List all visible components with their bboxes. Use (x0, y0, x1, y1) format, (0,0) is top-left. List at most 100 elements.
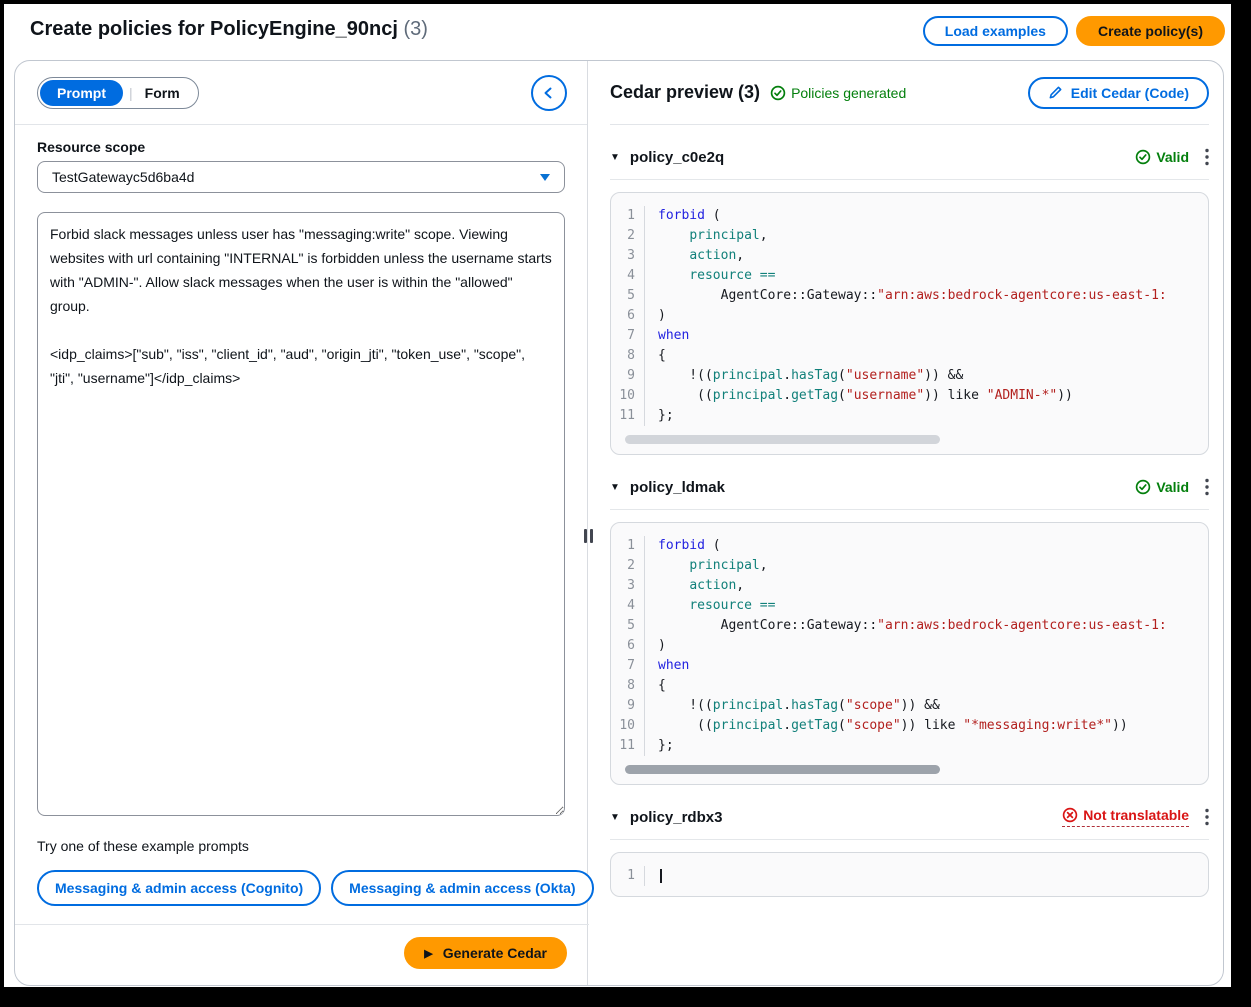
line-number: 5 (611, 286, 645, 306)
scrollbar-thumb[interactable] (625, 765, 940, 774)
cedar-preview-panel: Cedar preview (3) Policies generated Edi… (588, 61, 1223, 985)
check-circle-icon (1135, 479, 1151, 495)
triangle-down-icon[interactable]: ▼ (610, 482, 620, 493)
policy-header-policy_ldmak: ▼ policy_ldmak Valid (610, 472, 1209, 502)
line-number: 1 (611, 866, 645, 886)
resource-scope-select[interactable]: TestGatewayc5d6ba4d (37, 161, 565, 193)
generate-cedar-label: Generate Cedar (443, 945, 547, 961)
policy-list: ▼policy_c0e2qValid1forbid (2 principal,3… (610, 142, 1209, 897)
policy-status-label: Valid (1156, 149, 1189, 165)
horizontal-scrollbar (623, 435, 1196, 444)
policy-name: policy_c0e2q (630, 149, 724, 166)
load-examples-button[interactable]: Load examples (923, 16, 1068, 46)
chevron-left-icon (541, 85, 557, 101)
cedar-preview-title: Cedar preview (3) (610, 82, 760, 103)
check-circle-icon (770, 85, 786, 101)
code-line-text: ) (645, 636, 666, 656)
line-number: 4 (611, 596, 645, 616)
generate-cedar-button[interactable]: ▶ Generate Cedar (404, 937, 567, 969)
page-header: Create policies for PolicyEngine_90ncj (… (4, 4, 1231, 60)
segment-divider: | (129, 85, 133, 101)
line-number: 7 (611, 656, 645, 676)
examples-heading: Try one of these example prompts (37, 838, 565, 854)
tab-prompt[interactable]: Prompt (40, 80, 123, 106)
line-number: 6 (611, 636, 645, 656)
code-line-text: AgentCore::Gateway::"arn:aws:bedrock-age… (645, 616, 1167, 636)
code-line-text: when (645, 656, 689, 676)
line-number: 3 (611, 246, 645, 266)
code-line-text: !((principal.hasTag("username")) && (645, 366, 963, 386)
policy-header-policy_c0e2q: ▼ policy_c0e2q Valid (610, 142, 1209, 172)
code-line-text: principal, (645, 226, 768, 246)
error-circle-icon (1062, 807, 1078, 823)
line-number: 1 (611, 206, 645, 226)
main-card: Prompt | Form Resource scope TestGateway… (14, 60, 1224, 986)
triangle-down-icon[interactable]: ▼ (610, 152, 620, 163)
page-title: Create policies for PolicyEngine_90ncj (… (30, 18, 428, 41)
code-line-text: ((principal.getTag("scope")) like "*mess… (645, 716, 1128, 736)
app-window: Create policies for PolicyEngine_90ncj (… (4, 4, 1231, 987)
collapse-panel-button[interactable] (531, 75, 567, 111)
line-number: 2 (611, 556, 645, 576)
code-line-text: principal, (645, 556, 768, 576)
triangle-down-icon[interactable]: ▼ (610, 812, 620, 823)
code-block-policy_rdbx3: 1 (610, 852, 1209, 897)
text-cursor (660, 869, 662, 883)
code-line-text: action, (645, 576, 744, 596)
code-line-text: when (645, 326, 689, 346)
panel-resize-handle[interactable] (584, 529, 593, 543)
line-number: 4 (611, 266, 645, 286)
policy-name: policy_rdbx3 (630, 809, 723, 826)
create-policies-button[interactable]: Create policy(s) (1076, 16, 1225, 46)
ellipsis-icon[interactable] (1205, 148, 1209, 166)
line-number: 7 (611, 326, 645, 346)
policy-status-label: Not translatable (1083, 807, 1189, 823)
policy-status-label: Valid (1156, 479, 1189, 495)
code-line-text: AgentCore::Gateway::"arn:aws:bedrock-age… (645, 286, 1167, 306)
line-number: 2 (611, 226, 645, 246)
line-number: 3 (611, 576, 645, 596)
horizontal-scrollbar (623, 765, 1196, 774)
code-line-text: !((principal.hasTag("scope")) && (645, 696, 940, 716)
code-line-text: action, (645, 246, 744, 266)
code-block-policy_ldmak: 1forbid (2 principal,3 action,4 resource… (610, 522, 1209, 785)
code-line-text: ) (645, 306, 666, 326)
line-number: 11 (611, 406, 645, 426)
page-title-text: Create policies for PolicyEngine_90ncj (30, 18, 398, 40)
code-line-text: { (645, 346, 666, 366)
line-number: 8 (611, 346, 645, 366)
line-number: 10 (611, 386, 645, 406)
code-line-text: { (645, 676, 666, 696)
pencil-icon (1048, 85, 1063, 100)
check-circle-icon (1135, 149, 1151, 165)
policy-status-badge: Valid (1135, 149, 1189, 165)
line-number: 11 (611, 736, 645, 756)
code-line-text: forbid ( (645, 536, 721, 556)
resource-scope-value: TestGatewayc5d6ba4d (52, 169, 194, 185)
code-line-text: }; (645, 406, 674, 426)
line-number: 10 (611, 716, 645, 736)
line-number: 9 (611, 366, 645, 386)
policy-status-badge: Valid (1135, 479, 1189, 495)
policy-name: policy_ldmak (630, 479, 725, 496)
resource-scope-label: Resource scope (37, 139, 565, 155)
policy-status-badge[interactable]: Not translatable (1062, 807, 1189, 827)
example-prompt-cognito-button[interactable]: Messaging & admin access (Cognito) (37, 870, 321, 906)
line-number: 1 (611, 536, 645, 556)
policy-header-policy_rdbx3: ▼ policy_rdbx3 Not translatable (610, 802, 1209, 832)
play-icon: ▶ (424, 947, 432, 960)
tab-form[interactable]: Form (137, 85, 196, 101)
code-line-text: resource == (645, 596, 775, 616)
edit-cedar-label: Edit Cedar (Code) (1071, 85, 1189, 101)
scrollbar-thumb[interactable] (625, 435, 940, 444)
example-prompt-okta-button[interactable]: Messaging & admin access (Okta) (331, 870, 593, 906)
policies-generated-label: Policies generated (791, 85, 906, 101)
edit-cedar-button[interactable]: Edit Cedar (Code) (1028, 77, 1209, 109)
ellipsis-icon[interactable] (1205, 808, 1209, 826)
prompt-textarea[interactable]: Forbid slack messages unless user has "m… (37, 212, 565, 816)
code-line-text (645, 866, 662, 886)
ellipsis-icon[interactable] (1205, 478, 1209, 496)
line-number: 5 (611, 616, 645, 636)
code-line-text: ((principal.getTag("username")) like "AD… (645, 386, 1073, 406)
code-line-text: resource == (645, 266, 775, 286)
